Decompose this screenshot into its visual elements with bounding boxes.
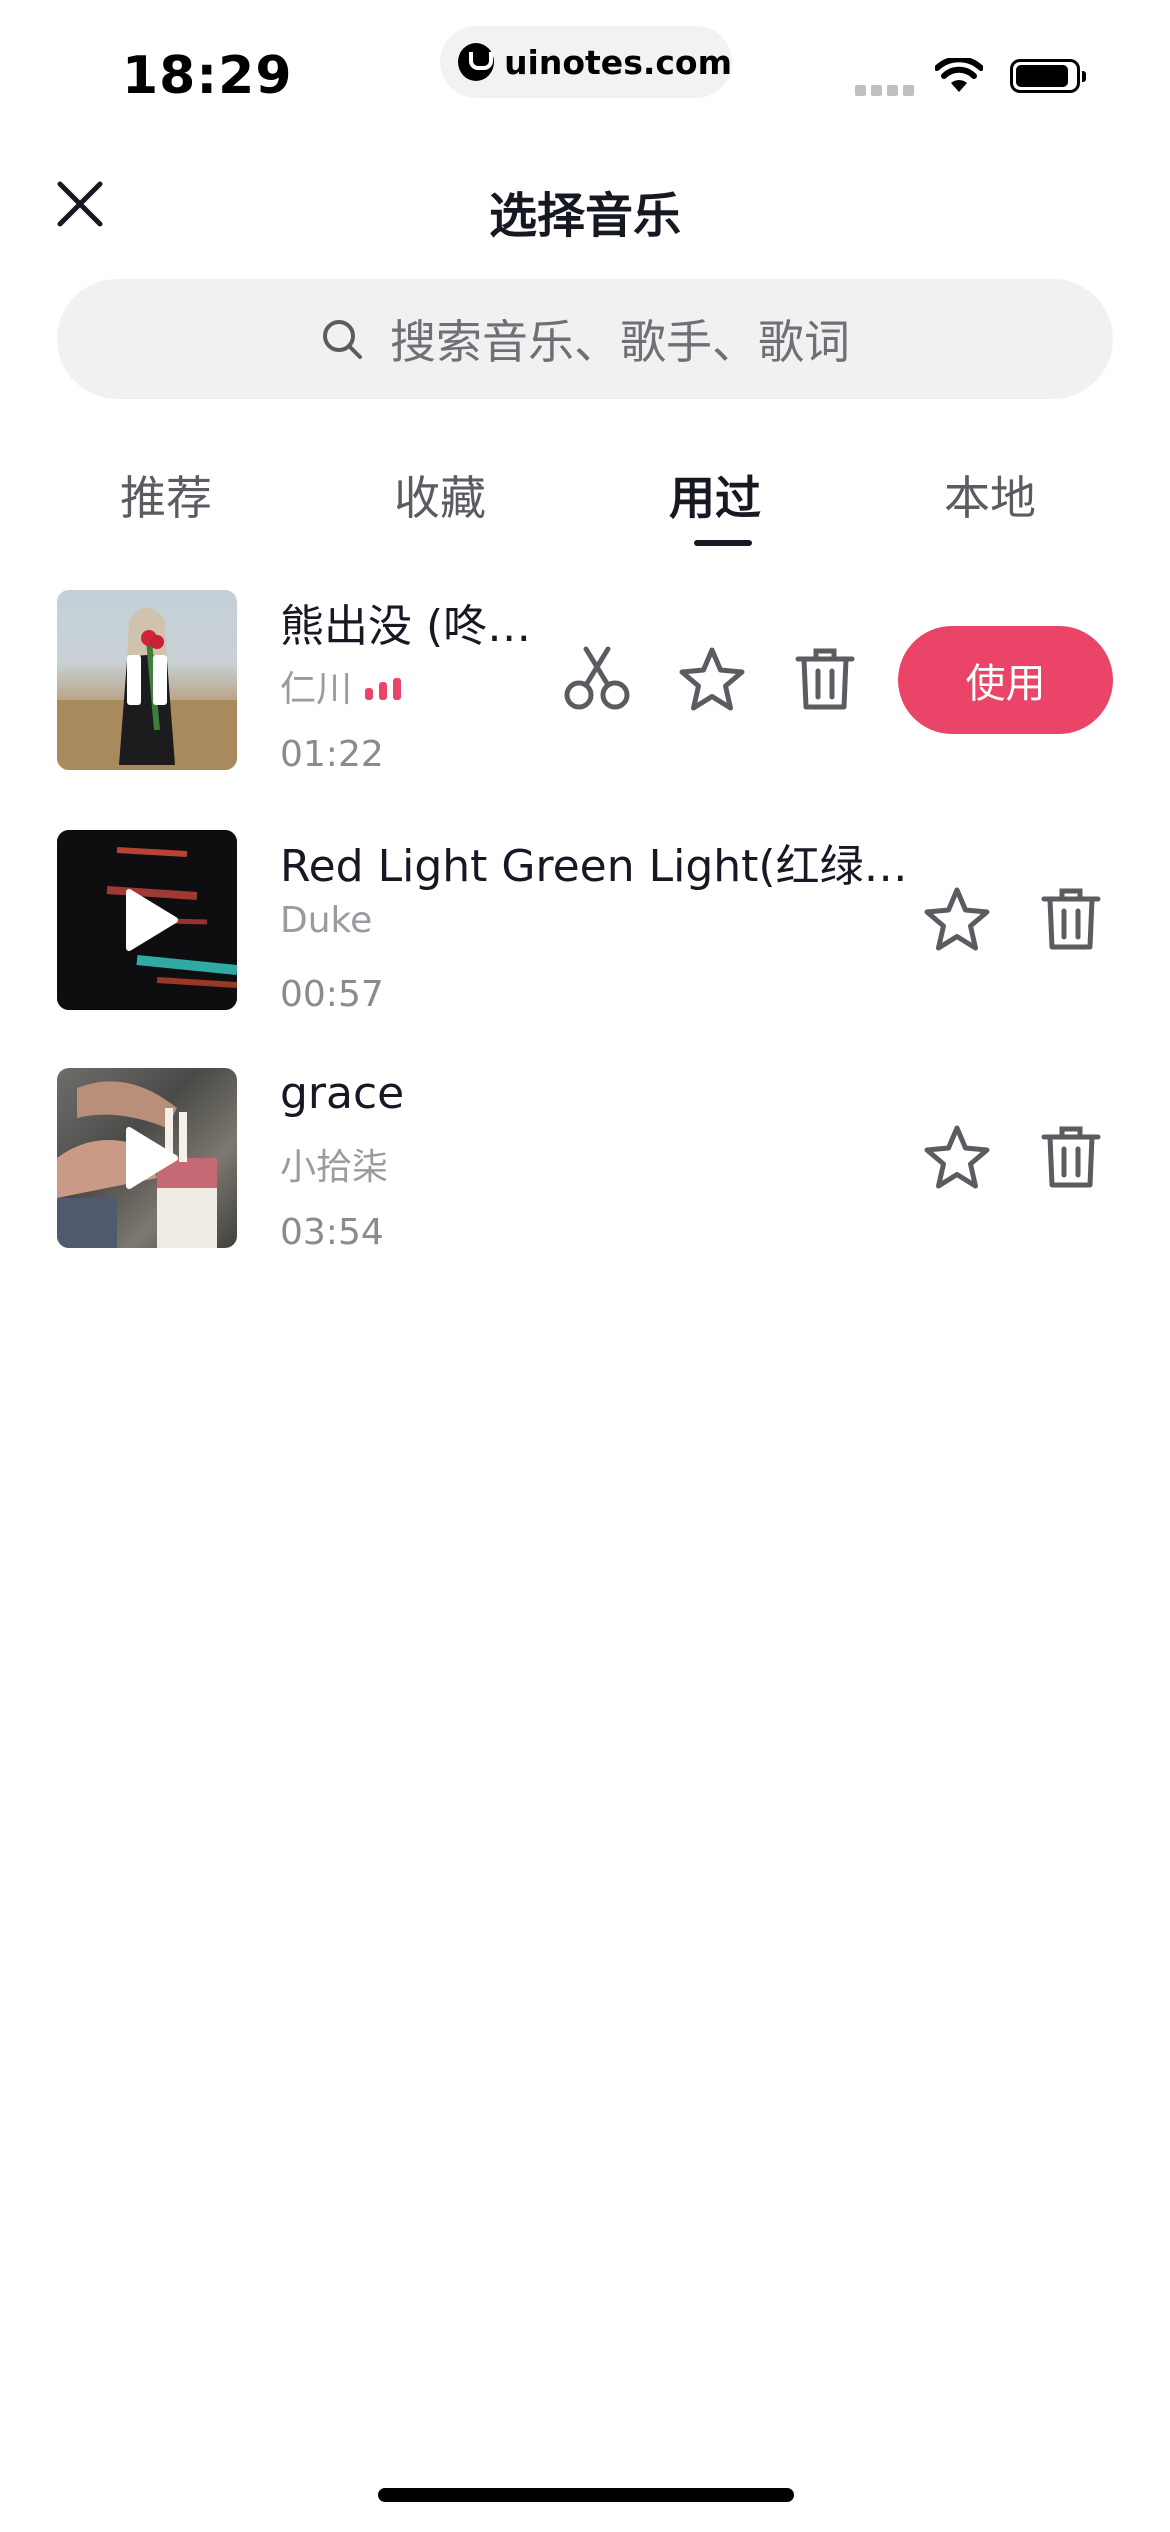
song-duration: 03:54 <box>280 1212 384 1253</box>
song-title: Red Light Green Light(红绿… <box>280 841 908 892</box>
status-bar: 18:29 uinotes.com <box>0 0 1170 140</box>
album-cover[interactable] <box>57 830 237 1010</box>
tab-recommended[interactable]: 推荐 <box>66 462 266 528</box>
star-icon[interactable] <box>922 885 992 955</box>
trash-icon[interactable] <box>790 645 860 715</box>
search-icon <box>323 320 362 359</box>
pause-icon[interactable] <box>57 590 237 770</box>
url-pill[interactable]: uinotes.com <box>440 26 732 98</box>
play-icon[interactable] <box>57 1068 237 1248</box>
play-icon[interactable] <box>57 830 237 1010</box>
trash-icon[interactable] <box>1036 1123 1106 1193</box>
song-row[interactable]: 熊出没 (咚… 仁川 01:22 使用 <box>0 590 1170 775</box>
song-artist: 仁川 <box>280 669 353 710</box>
site-logo-icon <box>458 43 495 81</box>
tab-local[interactable]: 本地 <box>890 462 1090 528</box>
scissors-icon[interactable] <box>562 645 632 715</box>
song-artist: Duke <box>280 900 373 941</box>
search-placeholder: 搜索音乐、歌手、歌词 <box>390 315 850 369</box>
star-icon[interactable] <box>922 1123 992 1193</box>
song-title: grace <box>280 1068 405 1119</box>
song-row[interactable]: Red Light Green Light(红绿… Duke 00:57 <box>0 830 1170 1015</box>
song-duration: 00:57 <box>280 974 384 1015</box>
use-button[interactable]: 使用 <box>898 626 1113 734</box>
cellular-signal-icon <box>855 85 914 96</box>
star-icon[interactable] <box>677 645 747 715</box>
trash-icon[interactable] <box>1036 885 1106 955</box>
tab-active-indicator <box>694 540 752 546</box>
wifi-icon <box>935 58 983 92</box>
tab-favorites[interactable]: 收藏 <box>340 462 540 528</box>
home-indicator[interactable] <box>378 2488 794 2502</box>
playing-equalizer-icon <box>365 678 401 700</box>
song-title: 熊出没 (咚… <box>280 601 532 652</box>
song-artist: 小拾柒 <box>280 1147 389 1188</box>
album-cover[interactable] <box>57 1068 237 1248</box>
search-input[interactable]: 搜索音乐、歌手、歌词 <box>57 279 1113 399</box>
tab-used[interactable]: 用过 <box>615 462 815 528</box>
page-title: 选择音乐 <box>488 188 681 244</box>
album-cover[interactable] <box>57 590 237 770</box>
status-time: 18:29 <box>122 46 293 106</box>
tab-bar: 推荐 收藏 用过 本地 <box>0 462 1170 552</box>
song-duration: 01:22 <box>280 734 384 775</box>
battery-icon <box>1010 59 1086 93</box>
url-text: uinotes.com <box>504 42 732 82</box>
song-row[interactable]: grace 小拾柒 03:54 <box>0 1068 1170 1253</box>
